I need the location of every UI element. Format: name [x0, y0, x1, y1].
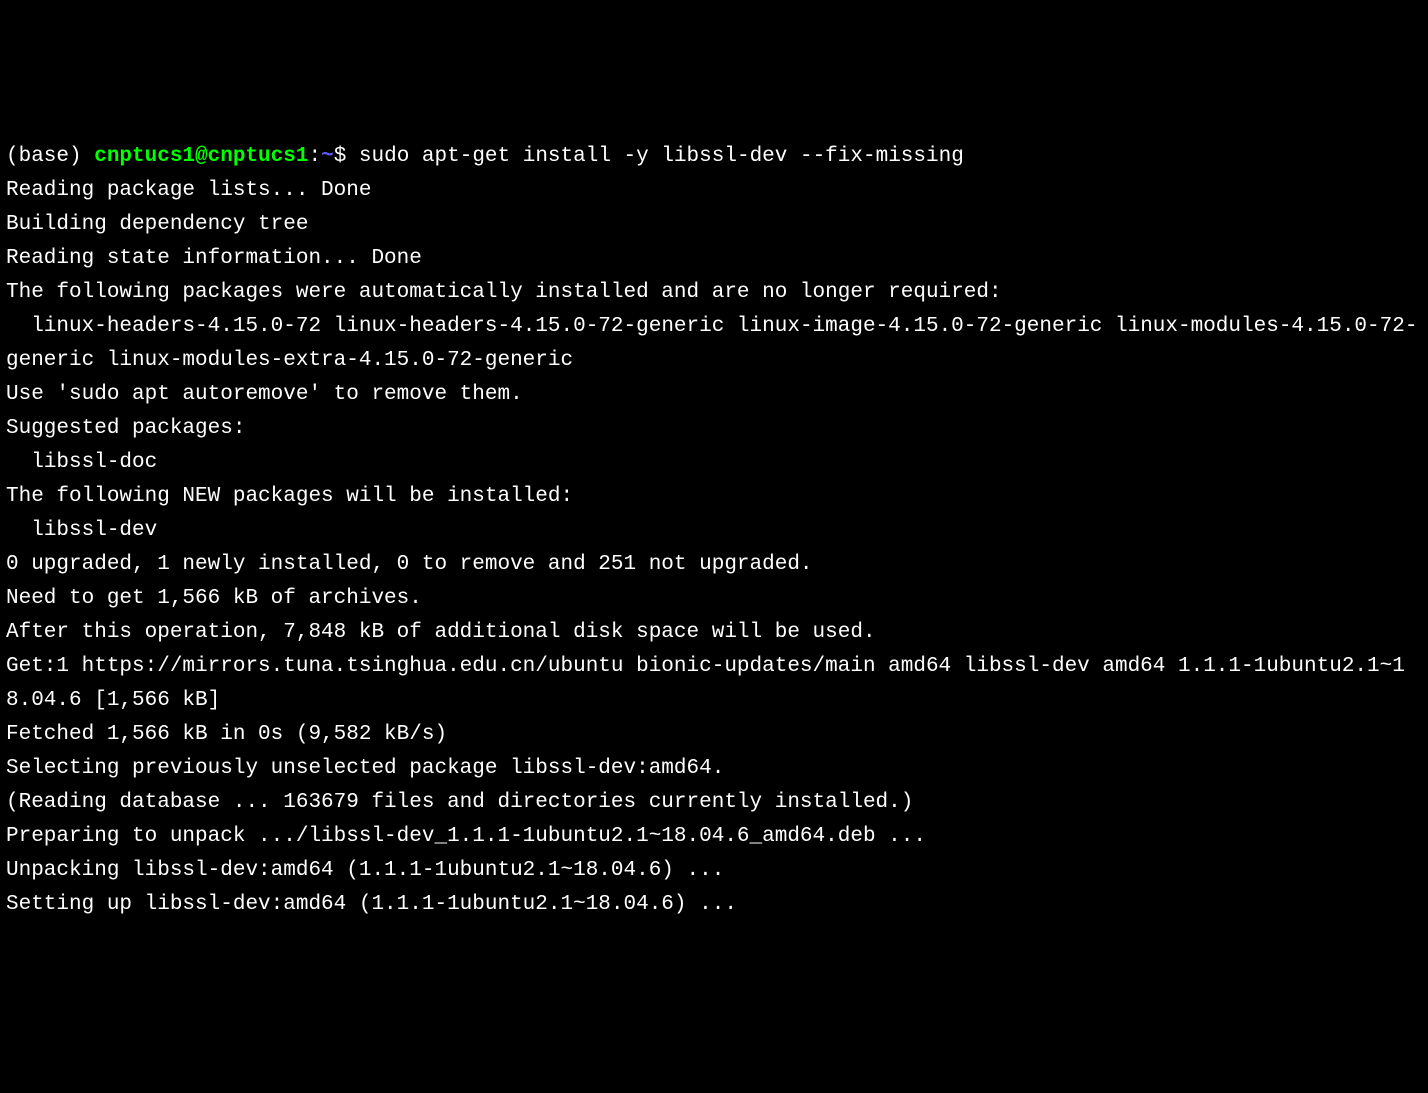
output-line: Building dependency tree — [6, 213, 308, 236]
output-line: Preparing to unpack .../libssl-dev_1.1.1… — [6, 825, 926, 848]
prompt-dollar: $ — [334, 145, 359, 168]
output-line: Setting up libssl-dev:amd64 (1.1.1-1ubun… — [6, 893, 737, 916]
output-line: Get:1 https://mirrors.tuna.tsinghua.edu.… — [6, 655, 1405, 712]
output-line: Suggested packages: — [6, 417, 245, 440]
command-text: sudo apt-get install -y libssl-dev --fix… — [359, 145, 964, 168]
output-line: libssl-doc — [6, 451, 157, 474]
prompt-user-host: cnptucs1@cnptucs1 — [94, 145, 308, 168]
prompt-prefix: (base) — [6, 145, 94, 168]
output-line: Unpacking libssl-dev:amd64 (1.1.1-1ubunt… — [6, 859, 724, 882]
output-line: After this operation, 7,848 kB of additi… — [6, 621, 876, 644]
output-line: Reading state information... Done — [6, 247, 422, 270]
output-line: (Reading database ... 163679 files and d… — [6, 791, 913, 814]
output-line: The following packages were automaticall… — [6, 281, 1002, 304]
prompt-path: ~ — [321, 145, 334, 168]
output-line: linux-headers-4.15.0-72 linux-headers-4.… — [6, 315, 1417, 372]
output-line: Use 'sudo apt autoremove' to remove them… — [6, 383, 523, 406]
terminal-window[interactable]: (base) cnptucs1@cnptucs1:~$ sudo apt-get… — [6, 140, 1422, 922]
output-line: libssl-dev — [6, 519, 157, 542]
output-line: Need to get 1,566 kB of archives. — [6, 587, 422, 610]
prompt-line: (base) cnptucs1@cnptucs1:~$ sudo apt-get… — [6, 145, 964, 168]
output-line: Fetched 1,566 kB in 0s (9,582 kB/s) — [6, 723, 447, 746]
prompt-colon: : — [308, 145, 321, 168]
output-line: 0 upgraded, 1 newly installed, 0 to remo… — [6, 553, 813, 576]
output-line: The following NEW packages will be insta… — [6, 485, 573, 508]
output-line: Selecting previously unselected package … — [6, 757, 724, 780]
output-line: Reading package lists... Done — [6, 179, 371, 202]
